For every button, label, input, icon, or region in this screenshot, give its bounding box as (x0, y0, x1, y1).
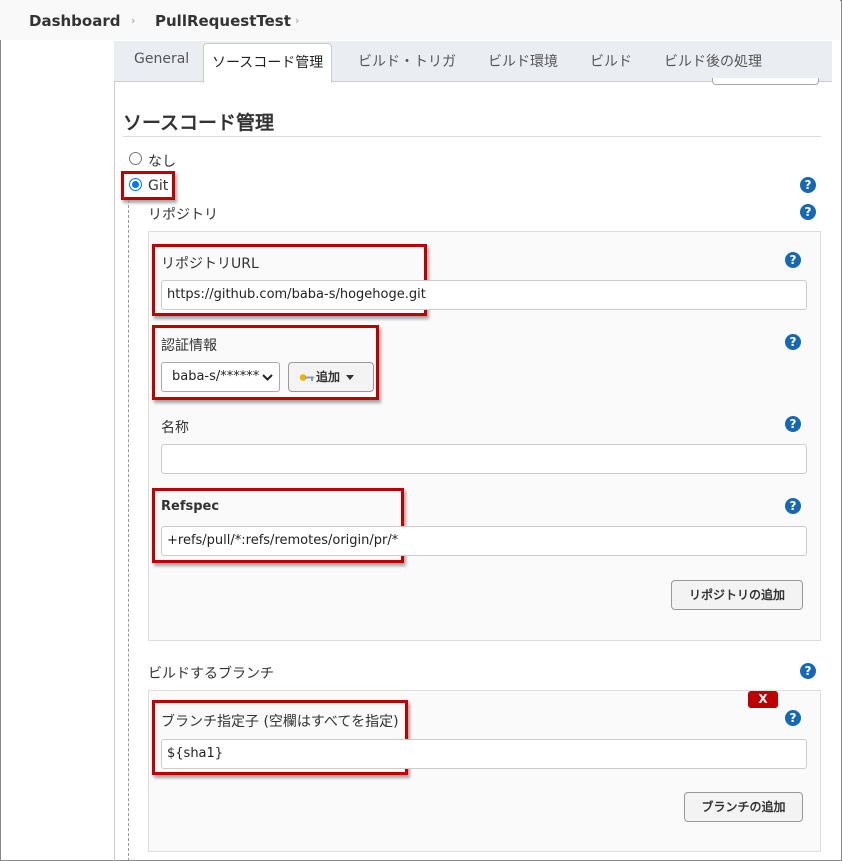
breadcrumb: Dashboard › PullRequestTest › (0, 0, 840, 40)
add-credentials-label: 追加 (316, 370, 341, 384)
breadcrumb-separator-icon: › (295, 14, 300, 27)
branches-heading: ビルドするブランチ (148, 666, 274, 682)
repository-url-input[interactable]: https://github.com/baba-s/hogehoge.git (161, 280, 807, 310)
radio-git-label: Git (148, 178, 169, 194)
help-repository-url-icon[interactable]: ? (785, 252, 801, 268)
name-label: 名称 (161, 420, 189, 436)
refspec-input[interactable]: +refs/pull/*:refs/remotes/origin/pr/* (161, 526, 807, 556)
key-icon (299, 374, 314, 381)
branch-specifier-label: ブランチ指定子 (空欄はすべてを指定) (161, 714, 399, 730)
tab-general[interactable]: General (134, 51, 189, 67)
hidden-button-edge (712, 78, 819, 85)
credentials-select-value: baba-s/****** (172, 369, 260, 384)
tab-build[interactable]: ビルド (590, 51, 632, 71)
section-divider (123, 136, 821, 137)
chevron-down-icon (262, 374, 273, 381)
name-input[interactable] (161, 444, 807, 474)
breadcrumb-separator-icon: › (131, 14, 136, 27)
credentials-label: 認証情報 (161, 338, 217, 354)
help-git-icon[interactable]: ? (800, 177, 816, 193)
tab-build-triggers[interactable]: ビルド・トリガ (358, 51, 456, 71)
remove-branch-button[interactable]: X (748, 691, 778, 708)
repository-url-label: リポジトリURL (161, 256, 259, 272)
add-branch-button[interactable]: ブランチの追加 (684, 792, 803, 822)
content-left-border (114, 81, 115, 861)
add-credentials-button[interactable]: 追加 (288, 362, 374, 392)
credentials-select[interactable]: baba-s/****** (161, 362, 280, 392)
branch-specifier-input[interactable]: ${sha1} (161, 739, 807, 769)
help-refspec-icon[interactable]: ? (785, 498, 801, 514)
config-tabs: General ソースコード管理 ビルド・トリガ ビルド環境 ビルド ビルド後の… (114, 41, 832, 85)
radio-git[interactable] (129, 178, 142, 191)
breadcrumb-dashboard[interactable]: Dashboard (29, 12, 120, 30)
radio-none-label: なし (148, 154, 176, 170)
help-credentials-icon[interactable]: ? (785, 334, 801, 350)
git-section-dashed-line (128, 200, 129, 861)
help-branches-icon[interactable]: ? (800, 663, 816, 679)
tab-post-build-actions[interactable]: ビルド後の処理 (664, 51, 762, 71)
radio-none[interactable] (129, 152, 142, 165)
repository-heading: リポジトリ (148, 207, 218, 223)
help-name-icon[interactable]: ? (785, 416, 801, 432)
tab-build-environment[interactable]: ビルド環境 (488, 51, 558, 71)
breadcrumb-project[interactable]: PullRequestTest (155, 12, 291, 30)
refspec-label: Refspec (161, 499, 220, 514)
add-repository-button[interactable]: リポジトリの追加 (671, 580, 803, 610)
tab-source-code-management[interactable]: ソースコード管理 (203, 43, 333, 83)
help-branch-specifier-icon[interactable]: ? (785, 710, 801, 726)
caret-down-icon (346, 375, 354, 380)
section-title: ソースコード管理 (123, 112, 275, 134)
help-repository-icon[interactable]: ? (800, 204, 816, 220)
